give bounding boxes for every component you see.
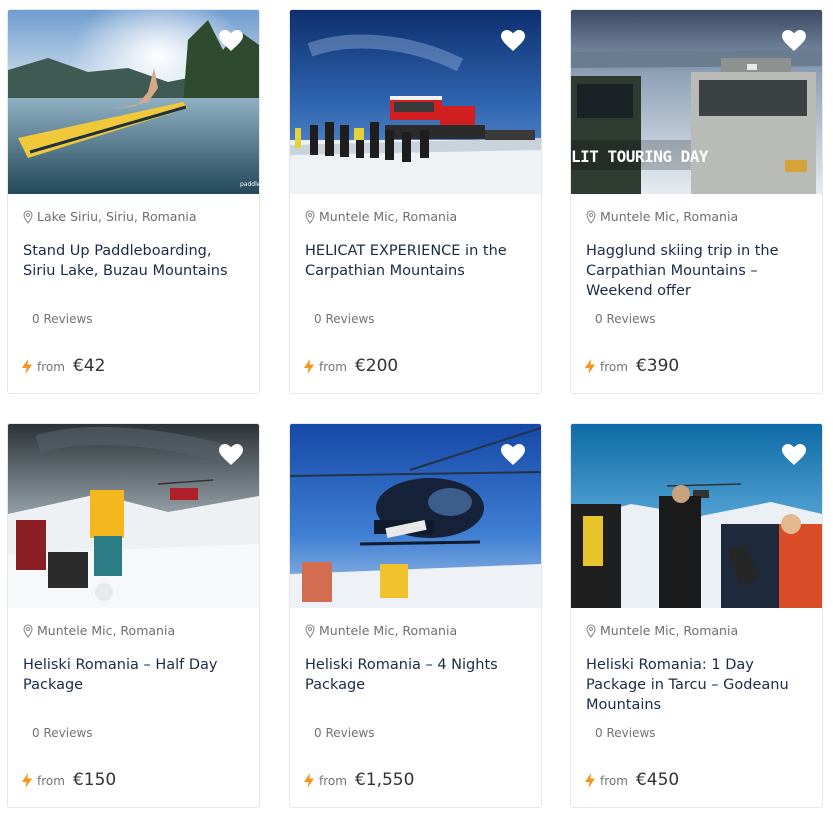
from-label: from [600, 774, 628, 788]
heart-icon[interactable] [501, 30, 525, 52]
tour-card[interactable]: Muntele Mic, Romania Heliski Romania – H… [7, 423, 260, 808]
tour-image[interactable] [290, 424, 541, 608]
reviews-count: 0 Reviews [32, 312, 93, 326]
price-amount: €150 [72, 770, 117, 790]
location-text: Muntele Mic, Romania [600, 209, 739, 224]
tour-card[interactable]: Muntele Mic, Romania Heliski Romania: 1 … [570, 423, 823, 808]
tour-card[interactable]: paddle Lake Siriu, Siriu, Romania Stand … [7, 9, 260, 394]
tour-image[interactable] [8, 424, 259, 608]
price: from €42 [22, 356, 105, 376]
from-label: from [600, 360, 628, 374]
tour-card[interactable]: Muntele Mic, Romania HELICAT EXPERIENCE … [289, 9, 542, 394]
location: Muntele Mic, Romania [23, 623, 175, 638]
tour-title-link[interactable]: Hagglund skiing trip in the Carpathian M… [586, 241, 811, 301]
price: from €1,550 [304, 770, 414, 790]
price-amount: €42 [72, 356, 106, 376]
map-pin-icon [586, 209, 596, 224]
heart-icon[interactable] [501, 444, 525, 466]
price-amount: €390 [635, 356, 680, 376]
from-label: from [37, 774, 65, 788]
from-label: from [319, 360, 347, 374]
tour-title-link[interactable]: HELICAT EXPERIENCE in the Carpathian Mou… [305, 241, 530, 281]
location: Muntele Mic, Romania [305, 209, 457, 224]
location-text: Lake Siriu, Siriu, Romania [37, 209, 197, 224]
heart-icon[interactable] [219, 30, 243, 52]
map-pin-icon [305, 209, 315, 224]
tour-title-link[interactable]: Heliski Romania – Half Day Package [23, 655, 248, 695]
lightning-bolt-icon [22, 358, 32, 374]
location: Lake Siriu, Siriu, Romania [23, 209, 197, 224]
lightning-bolt-icon [304, 772, 314, 788]
price-amount: €1,550 [354, 770, 415, 790]
from-label: from [37, 360, 65, 374]
price: from €450 [585, 770, 679, 790]
map-pin-icon [23, 623, 33, 638]
price: from €150 [22, 770, 116, 790]
reviews-count: 0 Reviews [32, 726, 93, 740]
tour-image[interactable]: paddle [8, 10, 259, 194]
location-text: Muntele Mic, Romania [319, 209, 458, 224]
price-amount: €200 [354, 356, 399, 376]
map-pin-icon [305, 623, 315, 638]
location-text: Muntele Mic, Romania [37, 623, 176, 638]
heart-icon[interactable] [219, 444, 243, 466]
location-text: Muntele Mic, Romania [319, 623, 458, 638]
price: from €390 [585, 356, 679, 376]
map-pin-icon [23, 209, 33, 224]
location: Muntele Mic, Romania [586, 623, 738, 638]
lightning-bolt-icon [304, 358, 314, 374]
location: Muntele Mic, Romania [305, 623, 457, 638]
tour-image[interactable] [290, 10, 541, 194]
from-label: from [319, 774, 347, 788]
price-amount: €450 [635, 770, 680, 790]
location-text: Muntele Mic, Romania [600, 623, 739, 638]
tour-title-link[interactable]: Stand Up Paddleboarding, Siriu Lake, Buz… [23, 241, 248, 281]
image-caption: LIT TOURING DAY [571, 147, 709, 166]
lightning-bolt-icon [585, 772, 595, 788]
price: from €200 [304, 356, 398, 376]
reviews-count: 0 Reviews [595, 312, 656, 326]
image-caption: paddle [240, 181, 259, 188]
tour-card[interactable]: LIT TOURING DAY Muntele Mic, Romania Hag… [570, 9, 823, 394]
tour-card[interactable]: Muntele Mic, Romania Heliski Romania – 4… [289, 423, 542, 808]
lightning-bolt-icon [22, 772, 32, 788]
reviews-count: 0 Reviews [314, 312, 375, 326]
heart-icon[interactable] [782, 444, 806, 466]
location: Muntele Mic, Romania [586, 209, 738, 224]
reviews-count: 0 Reviews [314, 726, 375, 740]
heart-icon[interactable] [782, 30, 806, 52]
lightning-bolt-icon [585, 358, 595, 374]
reviews-count: 0 Reviews [595, 726, 656, 740]
map-pin-icon [586, 623, 596, 638]
tour-title-link[interactable]: Heliski Romania – 4 Nights Package [305, 655, 530, 695]
tour-image[interactable] [571, 424, 822, 608]
tour-image[interactable]: LIT TOURING DAY [571, 10, 822, 194]
tour-title-link[interactable]: Heliski Romania: 1 Day Package in Tarcu … [586, 655, 811, 715]
